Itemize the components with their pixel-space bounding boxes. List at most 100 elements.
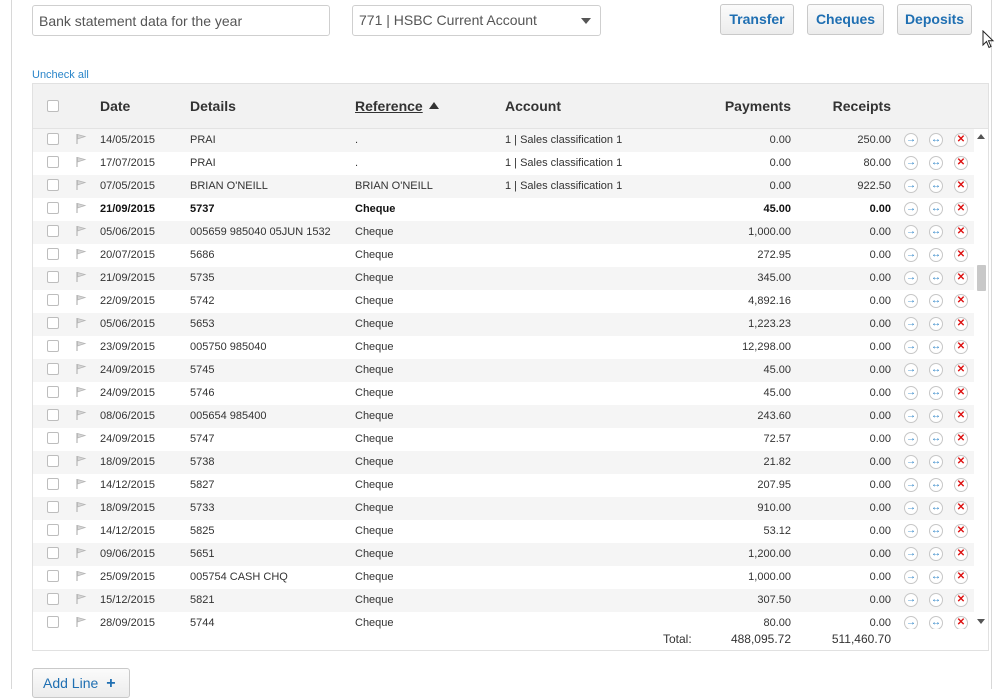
table-row[interactable]: 24/09/2015 5747 Cheque 72.57 0.00 → ↔ ✕ <box>33 428 974 451</box>
column-account[interactable]: Account <box>505 98 561 114</box>
split-icon[interactable]: ↔ <box>929 271 943 285</box>
split-icon[interactable]: ↔ <box>929 225 943 239</box>
delete-icon[interactable]: ✕ <box>954 179 968 193</box>
split-icon[interactable]: ↔ <box>929 179 943 193</box>
arrow-right-icon[interactable]: → <box>904 225 918 239</box>
select-all-checkbox[interactable] <box>47 100 59 112</box>
split-icon[interactable]: ↔ <box>929 248 943 262</box>
arrow-right-icon[interactable]: → <box>904 202 918 216</box>
delete-icon[interactable]: ✕ <box>954 225 968 239</box>
delete-icon[interactable]: ✕ <box>954 294 968 308</box>
row-checkbox[interactable] <box>47 547 59 559</box>
flag-icon[interactable] <box>75 570 87 585</box>
split-icon[interactable]: ↔ <box>929 616 943 629</box>
table-row[interactable]: 28/09/2015 5744 Cheque 80.00 0.00 → ↔ ✕ <box>33 612 974 629</box>
delete-icon[interactable]: ✕ <box>954 340 968 354</box>
delete-icon[interactable]: ✕ <box>954 501 968 515</box>
cheques-button[interactable]: Cheques <box>807 4 884 35</box>
arrow-right-icon[interactable]: → <box>904 455 918 469</box>
row-checkbox[interactable] <box>47 501 59 513</box>
transfer-button[interactable]: Transfer <box>720 4 794 35</box>
column-payments[interactable]: Payments <box>691 98 791 114</box>
table-row[interactable]: 05/06/2015 5653 Cheque 1,223.23 0.00 → ↔ ✕ <box>33 313 974 336</box>
delete-icon[interactable]: ✕ <box>954 133 968 147</box>
flag-icon[interactable] <box>75 248 87 263</box>
flag-icon[interactable] <box>75 593 87 608</box>
arrow-right-icon[interactable]: → <box>904 317 918 331</box>
arrow-right-icon[interactable]: → <box>904 501 918 515</box>
arrow-right-icon[interactable]: → <box>904 294 918 308</box>
row-checkbox[interactable] <box>47 363 59 375</box>
scroll-down-icon[interactable] <box>977 619 985 624</box>
flag-icon[interactable] <box>75 386 87 401</box>
arrow-right-icon[interactable]: → <box>904 616 918 629</box>
row-checkbox[interactable] <box>47 294 59 306</box>
split-icon[interactable]: ↔ <box>929 593 943 607</box>
arrow-right-icon[interactable]: → <box>904 547 918 561</box>
arrow-right-icon[interactable]: → <box>904 570 918 584</box>
split-icon[interactable]: ↔ <box>929 156 943 170</box>
flag-icon[interactable] <box>75 363 87 378</box>
row-checkbox[interactable] <box>47 524 59 536</box>
split-icon[interactable]: ↔ <box>929 202 943 216</box>
delete-icon[interactable]: ✕ <box>954 432 968 446</box>
table-row[interactable]: 15/12/2015 5821 Cheque 307.50 0.00 → ↔ ✕ <box>33 589 974 612</box>
arrow-right-icon[interactable]: → <box>904 179 918 193</box>
row-checkbox[interactable] <box>47 478 59 490</box>
arrow-right-icon[interactable]: → <box>904 593 918 607</box>
table-row[interactable]: 09/06/2015 5651 Cheque 1,200.00 0.00 → ↔ ✕ <box>33 543 974 566</box>
table-row[interactable]: 24/09/2015 5746 Cheque 45.00 0.00 → ↔ ✕ <box>33 382 974 405</box>
split-icon[interactable]: ↔ <box>929 340 943 354</box>
flag-icon[interactable] <box>75 409 87 424</box>
delete-icon[interactable]: ✕ <box>954 593 968 607</box>
column-date[interactable]: Date <box>100 98 130 114</box>
row-checkbox[interactable] <box>47 248 59 260</box>
table-row[interactable]: 18/09/2015 5733 Cheque 910.00 0.00 → ↔ ✕ <box>33 497 974 520</box>
flag-icon[interactable] <box>75 156 87 171</box>
delete-icon[interactable]: ✕ <box>954 409 968 423</box>
row-checkbox[interactable] <box>47 616 59 628</box>
table-row[interactable]: 08/06/2015 005654 985400 Cheque 243.60 0.00 →… <box>33 405 974 428</box>
flag-icon[interactable] <box>75 294 87 309</box>
flag-icon[interactable] <box>75 501 87 516</box>
arrow-right-icon[interactable]: → <box>904 363 918 377</box>
row-checkbox[interactable] <box>47 340 59 352</box>
arrow-right-icon[interactable]: → <box>904 524 918 538</box>
split-icon[interactable]: ↔ <box>929 432 943 446</box>
split-icon[interactable]: ↔ <box>929 133 943 147</box>
split-icon[interactable]: ↔ <box>929 317 943 331</box>
row-checkbox[interactable] <box>47 593 59 605</box>
delete-icon[interactable]: ✕ <box>954 386 968 400</box>
scroll-up-icon[interactable] <box>977 134 985 139</box>
flag-icon[interactable] <box>75 340 87 355</box>
table-row[interactable]: 07/05/2015 BRIAN O'NEILL BRIAN O'NEILL 1 | … <box>33 175 974 198</box>
table-row[interactable]: 21/09/2015 5735 Cheque 345.00 0.00 → ↔ ✕ <box>33 267 974 290</box>
split-icon[interactable]: ↔ <box>929 501 943 515</box>
add-line-button[interactable]: Add Line + <box>32 668 130 698</box>
split-icon[interactable]: ↔ <box>929 386 943 400</box>
flag-icon[interactable] <box>75 455 87 470</box>
delete-icon[interactable]: ✕ <box>954 248 968 262</box>
delete-icon[interactable]: ✕ <box>954 547 968 561</box>
table-row[interactable]: 14/05/2015 PRAI. 1 | Sales classification … <box>33 129 974 152</box>
table-row[interactable]: 21/09/2015 5737 Cheque 45.00 0.00 → ↔ ✕ <box>33 198 974 221</box>
arrow-right-icon[interactable]: → <box>904 409 918 423</box>
row-checkbox[interactable] <box>47 455 59 467</box>
table-row[interactable]: 14/12/2015 5827 Cheque 207.95 0.00 → ↔ ✕ <box>33 474 974 497</box>
row-checkbox[interactable] <box>47 570 59 582</box>
bank-account-select[interactable]: 771 | HSBC Current Account <box>352 5 601 36</box>
split-icon[interactable]: ↔ <box>929 363 943 377</box>
delete-icon[interactable]: ✕ <box>954 202 968 216</box>
arrow-right-icon[interactable]: → <box>904 386 918 400</box>
flag-icon[interactable] <box>75 478 87 493</box>
column-receipts[interactable]: Receipts <box>791 98 891 114</box>
table-row[interactable]: 18/09/2015 5738 Cheque 21.82 0.00 → ↔ ✕ <box>33 451 974 474</box>
split-icon[interactable]: ↔ <box>929 570 943 584</box>
table-row[interactable]: 25/09/2015 005754 CASH CHQ Cheque 1,000.00 0… <box>33 566 974 589</box>
flag-icon[interactable] <box>75 133 87 148</box>
arrow-right-icon[interactable]: → <box>904 432 918 446</box>
row-checkbox[interactable] <box>47 156 59 168</box>
table-row[interactable]: 23/09/2015 005750 985040 Cheque 12,298.00 0.… <box>33 336 974 359</box>
scrollbar-thumb[interactable] <box>977 265 986 291</box>
row-checkbox[interactable] <box>47 386 59 398</box>
